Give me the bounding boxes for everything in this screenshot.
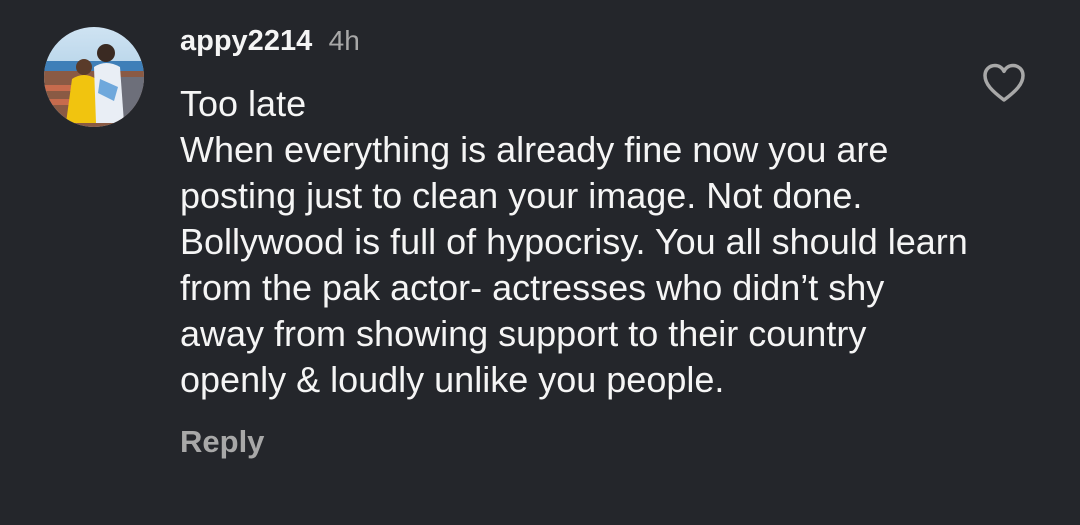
comment-body: appy2214 4h Too late When everything is … (180, 22, 970, 460)
timestamp: 4h (328, 25, 360, 56)
like-button[interactable] (982, 63, 1026, 103)
avatar[interactable] (44, 27, 144, 127)
comment-line: When everything is already fine now you … (180, 129, 968, 400)
comment-text: Too late When everything is already fine… (180, 81, 970, 403)
heart-outline-icon (983, 63, 1025, 102)
comment-item: appy2214 4h Too late When everything is … (0, 0, 1080, 525)
comment-meta: appy2214 4h (180, 22, 970, 60)
comment-line: Too late (180, 83, 307, 124)
username[interactable]: appy2214 (180, 25, 312, 57)
reply-button[interactable]: Reply (180, 424, 264, 460)
